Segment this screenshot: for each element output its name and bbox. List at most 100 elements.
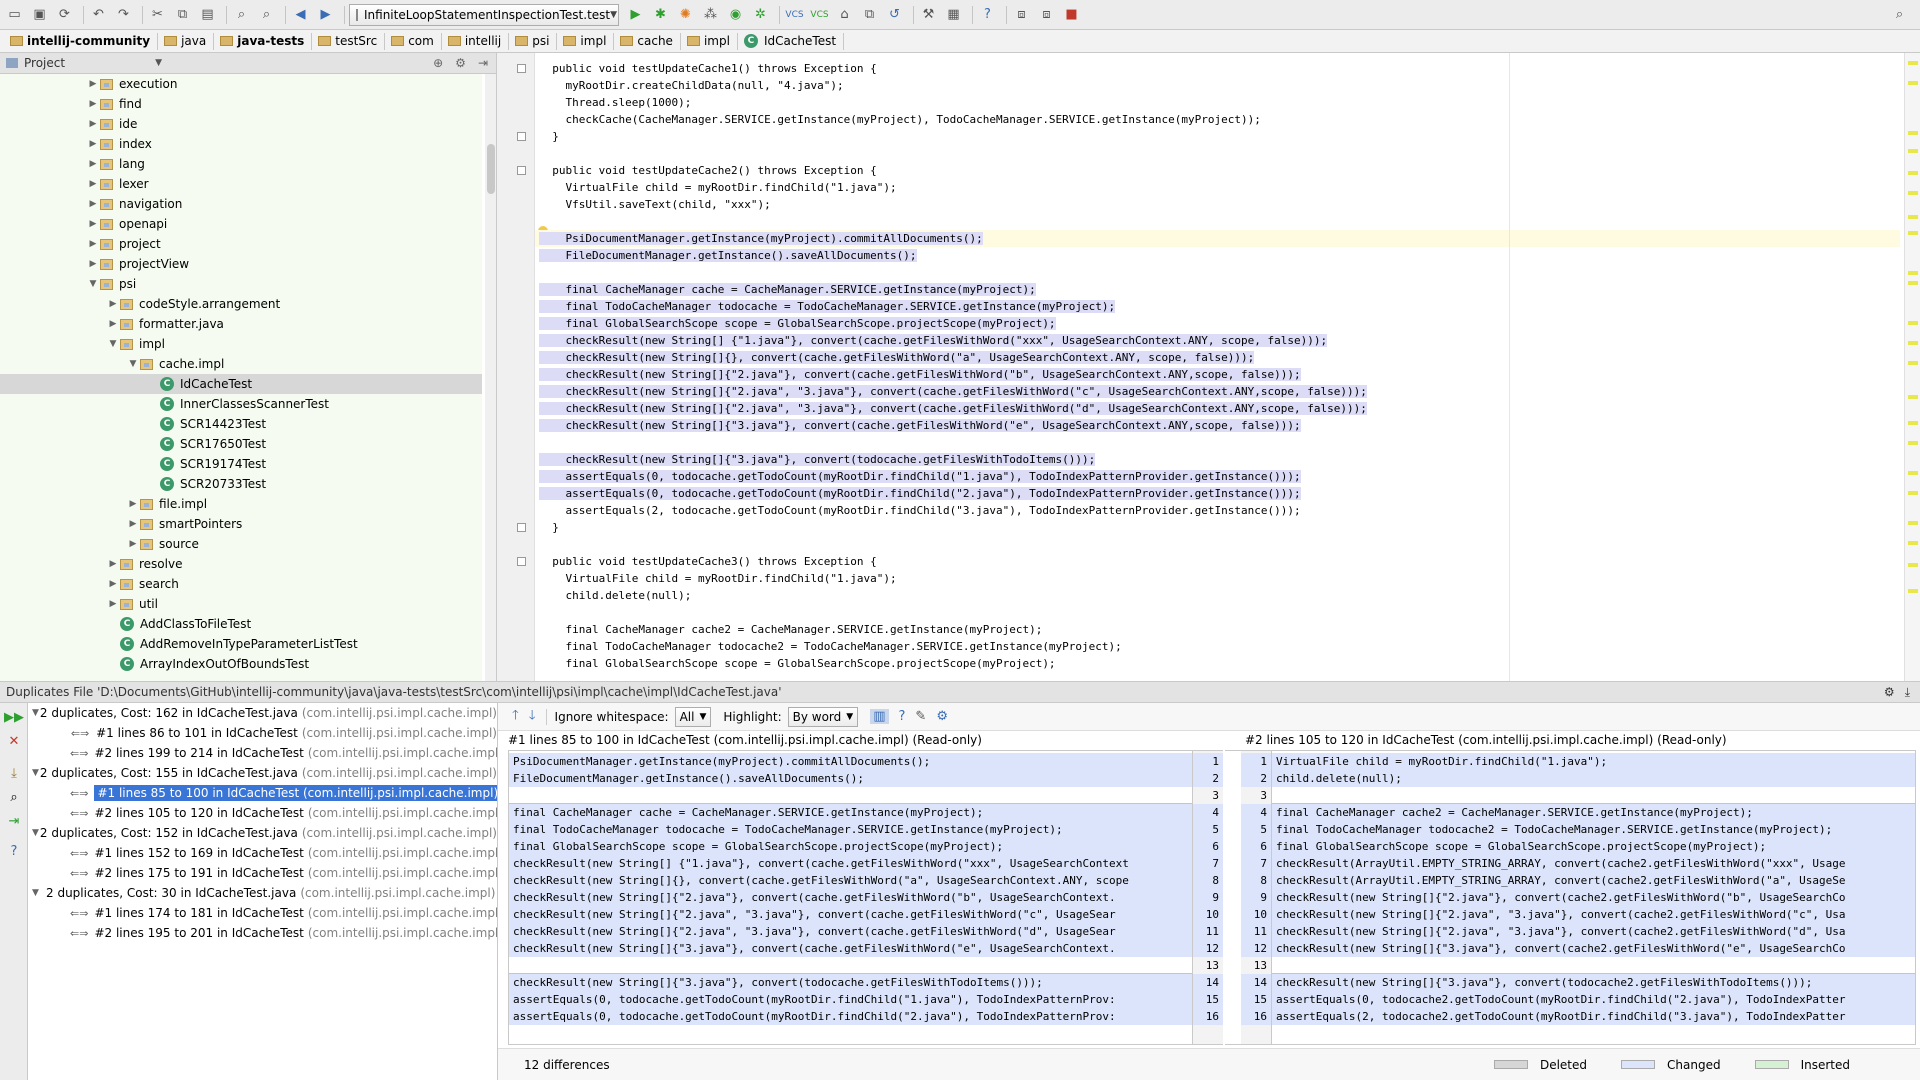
duplicate-fragment[interactable]: ⇐⇒ #1 lines 86 to 101 in IdCacheTest (com.…	[28, 723, 497, 743]
undo-icon[interactable]: ↶	[88, 4, 109, 25]
diff-line[interactable]: final CacheManager cache = CacheManager.…	[509, 804, 1192, 821]
diff-line[interactable]: checkResult(ArrayUtil.EMPTY_STRING_ARRAY…	[1272, 872, 1915, 889]
expanded-arrow-icon[interactable]: ▼	[106, 339, 120, 349]
run-configuration-combo[interactable]: InfiniteLoopStatementInspectionTest.test…	[349, 3, 619, 26]
collapse-all-icon[interactable]: ⊕	[433, 56, 443, 70]
sdk-icon[interactable]: ⧈	[1036, 4, 1057, 25]
tree-folder-item[interactable]: ▶ source	[0, 534, 482, 554]
code-line[interactable]: VirtualFile child = myRootDir.findChild(…	[535, 570, 896, 587]
tree-folder-item[interactable]: ▶ navigation	[0, 194, 482, 214]
collapsed-arrow-icon[interactable]: ▶	[86, 139, 100, 149]
tree-class-item[interactable]: C ArrayIndexOutOfBoundsTest	[0, 654, 482, 674]
extract-method-icon[interactable]: ⇥	[6, 813, 22, 829]
diff-line[interactable]: final CacheManager cache2 = CacheManager…	[1272, 804, 1915, 821]
warning-stripe-mark[interactable]	[1908, 589, 1918, 593]
collapsed-arrow-icon[interactable]: ▶	[86, 199, 100, 209]
warning-stripe-mark[interactable]	[1908, 149, 1918, 153]
code-line[interactable]: final TodoCacheManager todocache2 = Todo…	[535, 638, 1121, 655]
code-line[interactable]: public void testUpdateCache1() throws Ex…	[535, 60, 877, 77]
code-line[interactable]: assertEquals(0, todocache.getTodoCount(m…	[535, 485, 1301, 502]
stop-icon[interactable]: ■	[1061, 4, 1082, 25]
forward-icon[interactable]: ▶	[315, 4, 336, 25]
duplicate-group[interactable]: ▼ 2 duplicates, Cost: 162 in IdCacheTest.…	[28, 703, 497, 723]
diff-line[interactable]: FileDocumentManager.getInstance().saveAl…	[509, 770, 1192, 787]
diff-line[interactable]: PsiDocumentManager.getInstance(myProject…	[509, 753, 1192, 770]
copy-icon[interactable]: ⧉	[172, 4, 193, 25]
tree-scrollbar[interactable]	[485, 74, 496, 681]
duplicate-fragment[interactable]: ⇐⇒ #2 lines 105 to 120 in IdCacheTest (com…	[28, 803, 497, 823]
duplicate-group[interactable]: ▼ 2 duplicates, Cost: 30 in IdCacheTest.j…	[28, 883, 497, 903]
diff-line[interactable]: final GlobalSearchScope scope = GlobalSe…	[1272, 838, 1915, 855]
duplicate-group[interactable]: ▼ 2 duplicates, Cost: 155 in IdCacheTest.…	[28, 763, 497, 783]
code-line[interactable]: checkResult(new String[] {"1.java"}, con…	[535, 332, 1328, 349]
diff-line[interactable]	[1272, 787, 1915, 804]
diff-line[interactable]: VirtualFile child = myRootDir.findChild(…	[1272, 753, 1915, 770]
collapsed-arrow-icon[interactable]: ▶	[86, 119, 100, 129]
breadcrumb-item[interactable]: com	[387, 32, 442, 50]
open-icon[interactable]: ▭	[4, 4, 25, 25]
close-icon[interactable]: ✕	[6, 733, 22, 749]
tree-folder-item[interactable]: ▶ search	[0, 574, 482, 594]
help-icon[interactable]: ?	[6, 843, 22, 859]
diff-line[interactable]: checkResult(new String[] {"1.java"}, con…	[509, 855, 1192, 872]
tree-folder-item[interactable]: ▶ projectView	[0, 254, 482, 274]
collapsed-arrow-icon[interactable]: ▶	[86, 159, 100, 169]
diff-line[interactable]: checkResult(new String[]{"2.java", "3.ja…	[1272, 923, 1915, 940]
breadcrumb-item[interactable]: intellij	[444, 32, 510, 50]
collapsed-arrow-icon[interactable]: ▶	[106, 319, 120, 329]
project-structure-icon[interactable]: ▦	[943, 4, 964, 25]
vcs-lock-icon[interactable]: ⌂	[834, 4, 855, 25]
diff-line[interactable]: assertEquals(0, todocache.getTodoCount(m…	[509, 1008, 1192, 1025]
collapsed-arrow-icon[interactable]: ▶	[86, 259, 100, 269]
code-line[interactable]: checkResult(new String[]{"2.java"}, conv…	[535, 366, 1301, 383]
duplicate-fragment[interactable]: ⇐⇒ #2 lines 195 to 201 in IdCacheTest (com…	[28, 923, 497, 943]
code-line[interactable]: checkResult(new String[]{"2.java", "3.ja…	[535, 383, 1367, 400]
expanded-arrow-icon[interactable]: ▼	[86, 279, 100, 289]
edit-source-icon[interactable]: ✎	[915, 709, 926, 724]
breadcrumb-item[interactable]: psi	[511, 32, 558, 50]
code-line[interactable]: checkResult(new String[]{}, convert(cach…	[535, 349, 1255, 366]
code-line[interactable]: PsiDocumentManager.getInstance(myProject…	[535, 230, 1900, 247]
code-line[interactable]: final CacheManager cache2 = CacheManager…	[535, 621, 1042, 638]
code-line[interactable]: checkCache(CacheManager.SERVICE.getInsta…	[535, 111, 1260, 128]
expanded-arrow-icon[interactable]: ▼	[126, 359, 140, 369]
tree-folder-item[interactable]: ▼ cache.impl	[0, 354, 482, 374]
duplicate-fragment[interactable]: ⇐⇒ #1 lines 152 to 169 in IdCacheTest (com…	[28, 843, 497, 863]
back-icon[interactable]: ◀	[290, 4, 311, 25]
warning-stripe-mark[interactable]	[1908, 61, 1918, 65]
diff-line[interactable]: final TodoCacheManager todocache = TodoC…	[509, 821, 1192, 838]
breadcrumb-item[interactable]: java	[160, 32, 215, 50]
profile-icon[interactable]: ⁂	[700, 4, 721, 25]
breadcrumb-item[interactable]: intellij-community	[6, 32, 159, 50]
tree-folder-item[interactable]: ▶ smartPointers	[0, 514, 482, 534]
diff-line[interactable]: checkResult(new String[]{"2.java", "3.ja…	[1272, 906, 1915, 923]
tree-class-item[interactable]: C SCR19174Test	[0, 454, 482, 474]
duplicate-fragment[interactable]: ⇐⇒ #2 lines 175 to 191 in IdCacheTest (com…	[28, 863, 497, 883]
code-line[interactable]: final GlobalSearchScope scope = GlobalSe…	[535, 655, 1055, 672]
code-line[interactable]: public void testUpdateCache2() throws Ex…	[535, 162, 877, 179]
fold-marker-icon[interactable]	[517, 132, 526, 141]
warning-stripe-mark[interactable]	[1908, 491, 1918, 495]
debug-icon[interactable]: ✱	[650, 4, 671, 25]
warning-stripe-mark[interactable]	[1908, 231, 1918, 235]
settings-icon[interactable]: ⚒	[918, 4, 939, 25]
tree-class-item[interactable]: C SCR17650Test	[0, 434, 482, 454]
ignore-whitespace-select[interactable]: All ▼	[674, 706, 712, 727]
diff-line[interactable]: checkResult(new String[]{"2.java", "3.ja…	[509, 923, 1192, 940]
error-stripe[interactable]	[1904, 53, 1920, 681]
code-line[interactable]: VfsUtil.saveText(child, "xxx");	[535, 196, 770, 213]
code-line[interactable]: VirtualFile child = myRootDir.findChild(…	[535, 179, 896, 196]
code-line[interactable]	[535, 604, 539, 621]
export-icon[interactable]: ⤓	[6, 765, 22, 781]
tree-folder-item[interactable]: ▶ find	[0, 94, 482, 114]
diff-line[interactable]: assertEquals(0, todocache2.getTodoCount(…	[1272, 991, 1915, 1008]
expanded-arrow-icon[interactable]: ▼	[32, 708, 40, 718]
collapsed-arrow-icon[interactable]: ▶	[106, 559, 120, 569]
code-line[interactable]: checkResult(new String[]{"3.java"}, conv…	[535, 417, 1301, 434]
diff-line[interactable]: checkResult(new String[]{"2.java"}, conv…	[1272, 889, 1915, 906]
expanded-arrow-icon[interactable]: ▼	[32, 828, 40, 838]
collapsed-arrow-icon[interactable]: ▶	[86, 239, 100, 249]
tree-class-item[interactable]: C AddRemoveInTypeParameterListTest	[0, 634, 482, 654]
tree-folder-item[interactable]: ▶ resolve	[0, 554, 482, 574]
breadcrumb-item[interactable]: C IdCacheTest	[740, 32, 845, 50]
